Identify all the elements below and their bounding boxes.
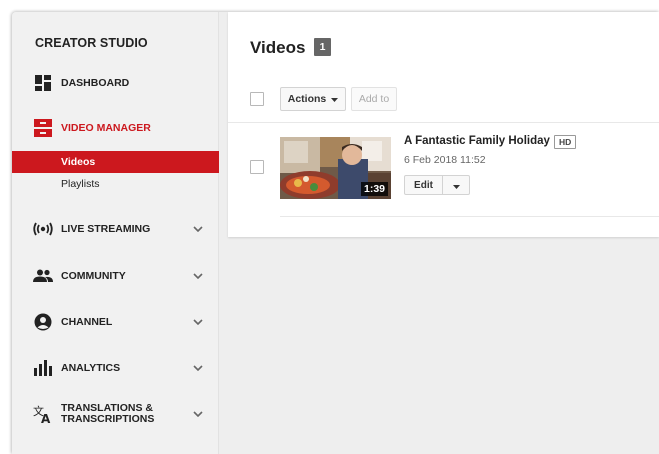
live-streaming-icon — [33, 219, 53, 239]
sidebar-item-label: VIDEO MANAGER — [61, 121, 151, 134]
video-row-checkbox[interactable] — [250, 160, 264, 174]
sidebar-item-label: LIVE STREAMING — [61, 222, 151, 235]
svg-text:A: A — [41, 412, 51, 423]
video-count-badge: 1 — [314, 38, 331, 56]
caret-down-icon — [452, 176, 460, 194]
app-window: CREATOR STUDIO DASHBOARD VIDEO MANAGER V… — [12, 12, 659, 454]
caret-down-icon — [331, 93, 339, 105]
sidebar-item-community[interactable]: COMMUNITY — [12, 261, 219, 291]
sidebar: CREATOR STUDIO DASHBOARD VIDEO MANAGER V… — [12, 12, 219, 454]
page-title: Videos — [250, 38, 306, 57]
sidebar-subitem-label: Videos — [61, 156, 96, 168]
chevron-down-icon[interactable] — [192, 316, 204, 328]
dashboard-icon — [33, 73, 53, 93]
row-divider — [280, 216, 659, 217]
video-thumbnail[interactable]: 1:39 — [280, 137, 391, 199]
sidebar-item-label: CHANNEL — [61, 315, 113, 328]
sidebar-item-label: ANALYTICS — [61, 361, 121, 374]
sidebar-item-channel[interactable]: CHANNEL — [12, 307, 219, 337]
analytics-icon — [33, 358, 53, 378]
sidebar-subitem-label: Playlists — [61, 178, 100, 190]
edit-button[interactable]: Edit — [404, 175, 443, 195]
edit-dropdown-button[interactable] — [443, 175, 470, 195]
chevron-down-icon[interactable] — [192, 362, 204, 374]
video-manager-icon — [33, 118, 53, 138]
sidebar-subitem-videos[interactable]: Videos — [12, 151, 219, 173]
sidebar-subitem-playlists[interactable]: Playlists — [12, 173, 219, 195]
select-all-checkbox[interactable] — [250, 92, 264, 106]
actions-button[interactable]: Actions — [280, 87, 346, 111]
community-icon — [33, 266, 53, 286]
video-manager-panel: Videos 1 Actions Add to 1:39 A Fantastic… — [228, 12, 659, 237]
sidebar-item-label: COMMUNITY — [61, 269, 126, 282]
video-date: 6 Feb 2018 11:52 — [404, 154, 486, 166]
toolbar-divider — [228, 122, 659, 123]
chevron-down-icon[interactable] — [192, 408, 204, 420]
sidebar-item-label: DASHBOARD — [61, 76, 130, 89]
hd-badge: HD — [554, 135, 577, 149]
sidebar-item-label: TRANSLATIONS & TRANSCRIPTIONS — [61, 402, 155, 425]
actions-label: Actions — [287, 93, 327, 105]
studio-title[interactable]: CREATOR STUDIO — [35, 36, 148, 50]
sidebar-item-live-streaming[interactable]: LIVE STREAMING — [12, 214, 219, 244]
translate-icon: 文 A — [33, 404, 53, 424]
video-title-link[interactable]: A Fantastic Family Holiday — [404, 135, 550, 147]
sidebar-item-analytics[interactable]: ANALYTICS — [12, 353, 219, 383]
video-duration: 1:39 — [360, 182, 388, 196]
add-to-button[interactable]: Add to — [351, 87, 397, 111]
chevron-down-icon[interactable] — [192, 270, 204, 282]
sidebar-item-translations[interactable]: 文 A TRANSLATIONS & TRANSCRIPTIONS — [12, 397, 219, 431]
sidebar-item-dashboard[interactable]: DASHBOARD — [12, 68, 219, 98]
chevron-down-icon[interactable] — [192, 223, 204, 235]
sidebar-item-video-manager[interactable]: VIDEO MANAGER — [12, 113, 219, 143]
edit-button-group: Edit — [404, 175, 470, 195]
channel-icon — [33, 312, 53, 332]
